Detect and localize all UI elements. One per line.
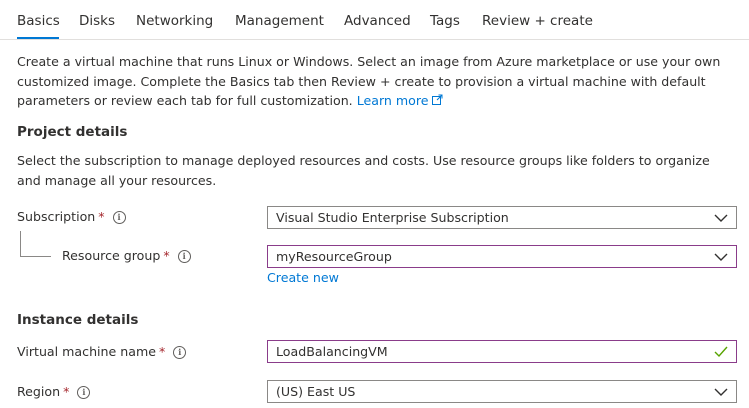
tab-divider (0, 39, 749, 40)
vm-name-input[interactable]: LoadBalancingVM (267, 340, 737, 363)
tab-networking[interactable]: Networking (136, 13, 213, 29)
subscription-value: Visual Studio Enterprise Subscription (276, 210, 509, 225)
info-icon[interactable]: i (177, 250, 191, 263)
chevron-down-icon (714, 388, 728, 396)
tab-review-create[interactable]: Review + create (482, 13, 593, 29)
resource-group-dropdown[interactable]: myResourceGroup (267, 245, 737, 268)
required-marker: * (63, 384, 70, 399)
info-icon[interactable]: i (77, 386, 91, 399)
chevron-down-icon (714, 214, 728, 222)
resource-group-value: myResourceGroup (276, 249, 392, 264)
info-icon[interactable]: i (112, 211, 126, 224)
region-value: (US) East US (276, 384, 356, 399)
project-description: Select the subscription to manage deploy… (17, 153, 710, 188)
region-dropdown[interactable]: (US) East US (267, 380, 737, 403)
tab-bar: Basics Disks Networking Management Advan… (0, 0, 749, 40)
tab-advanced[interactable]: Advanced (344, 13, 411, 29)
external-link-icon (431, 94, 443, 105)
intro-paragraph: Create a virtual machine that runs Linux… (17, 52, 737, 111)
subscription-dropdown[interactable]: Visual Studio Enterprise Subscription (267, 206, 737, 229)
tab-disks[interactable]: Disks (79, 13, 115, 29)
vm-name-value: LoadBalancingVM (276, 344, 388, 359)
tab-management[interactable]: Management (235, 13, 324, 29)
required-marker: * (163, 248, 170, 263)
tree-connector (20, 231, 21, 256)
tree-connector-horizontal (20, 256, 51, 257)
resource-group-label: Resource group * i (62, 248, 191, 263)
tab-tags[interactable]: Tags (430, 13, 460, 29)
required-marker: * (98, 209, 105, 224)
vm-name-label: Virtual machine name * i (17, 344, 187, 359)
required-marker: * (159, 344, 166, 359)
subscription-label: Subscription * i (17, 209, 126, 224)
create-new-link[interactable]: Create new (267, 270, 339, 285)
region-label: Region * i (17, 384, 91, 399)
chevron-down-icon (714, 253, 728, 261)
learn-more-link[interactable]: Learn more (357, 93, 443, 108)
checkmark-icon (714, 346, 728, 358)
info-icon[interactable]: i (173, 346, 187, 359)
tab-basics[interactable]: Basics (17, 13, 60, 29)
instance-details-heading: Instance details (17, 312, 139, 328)
project-details-heading: Project details (17, 124, 128, 140)
